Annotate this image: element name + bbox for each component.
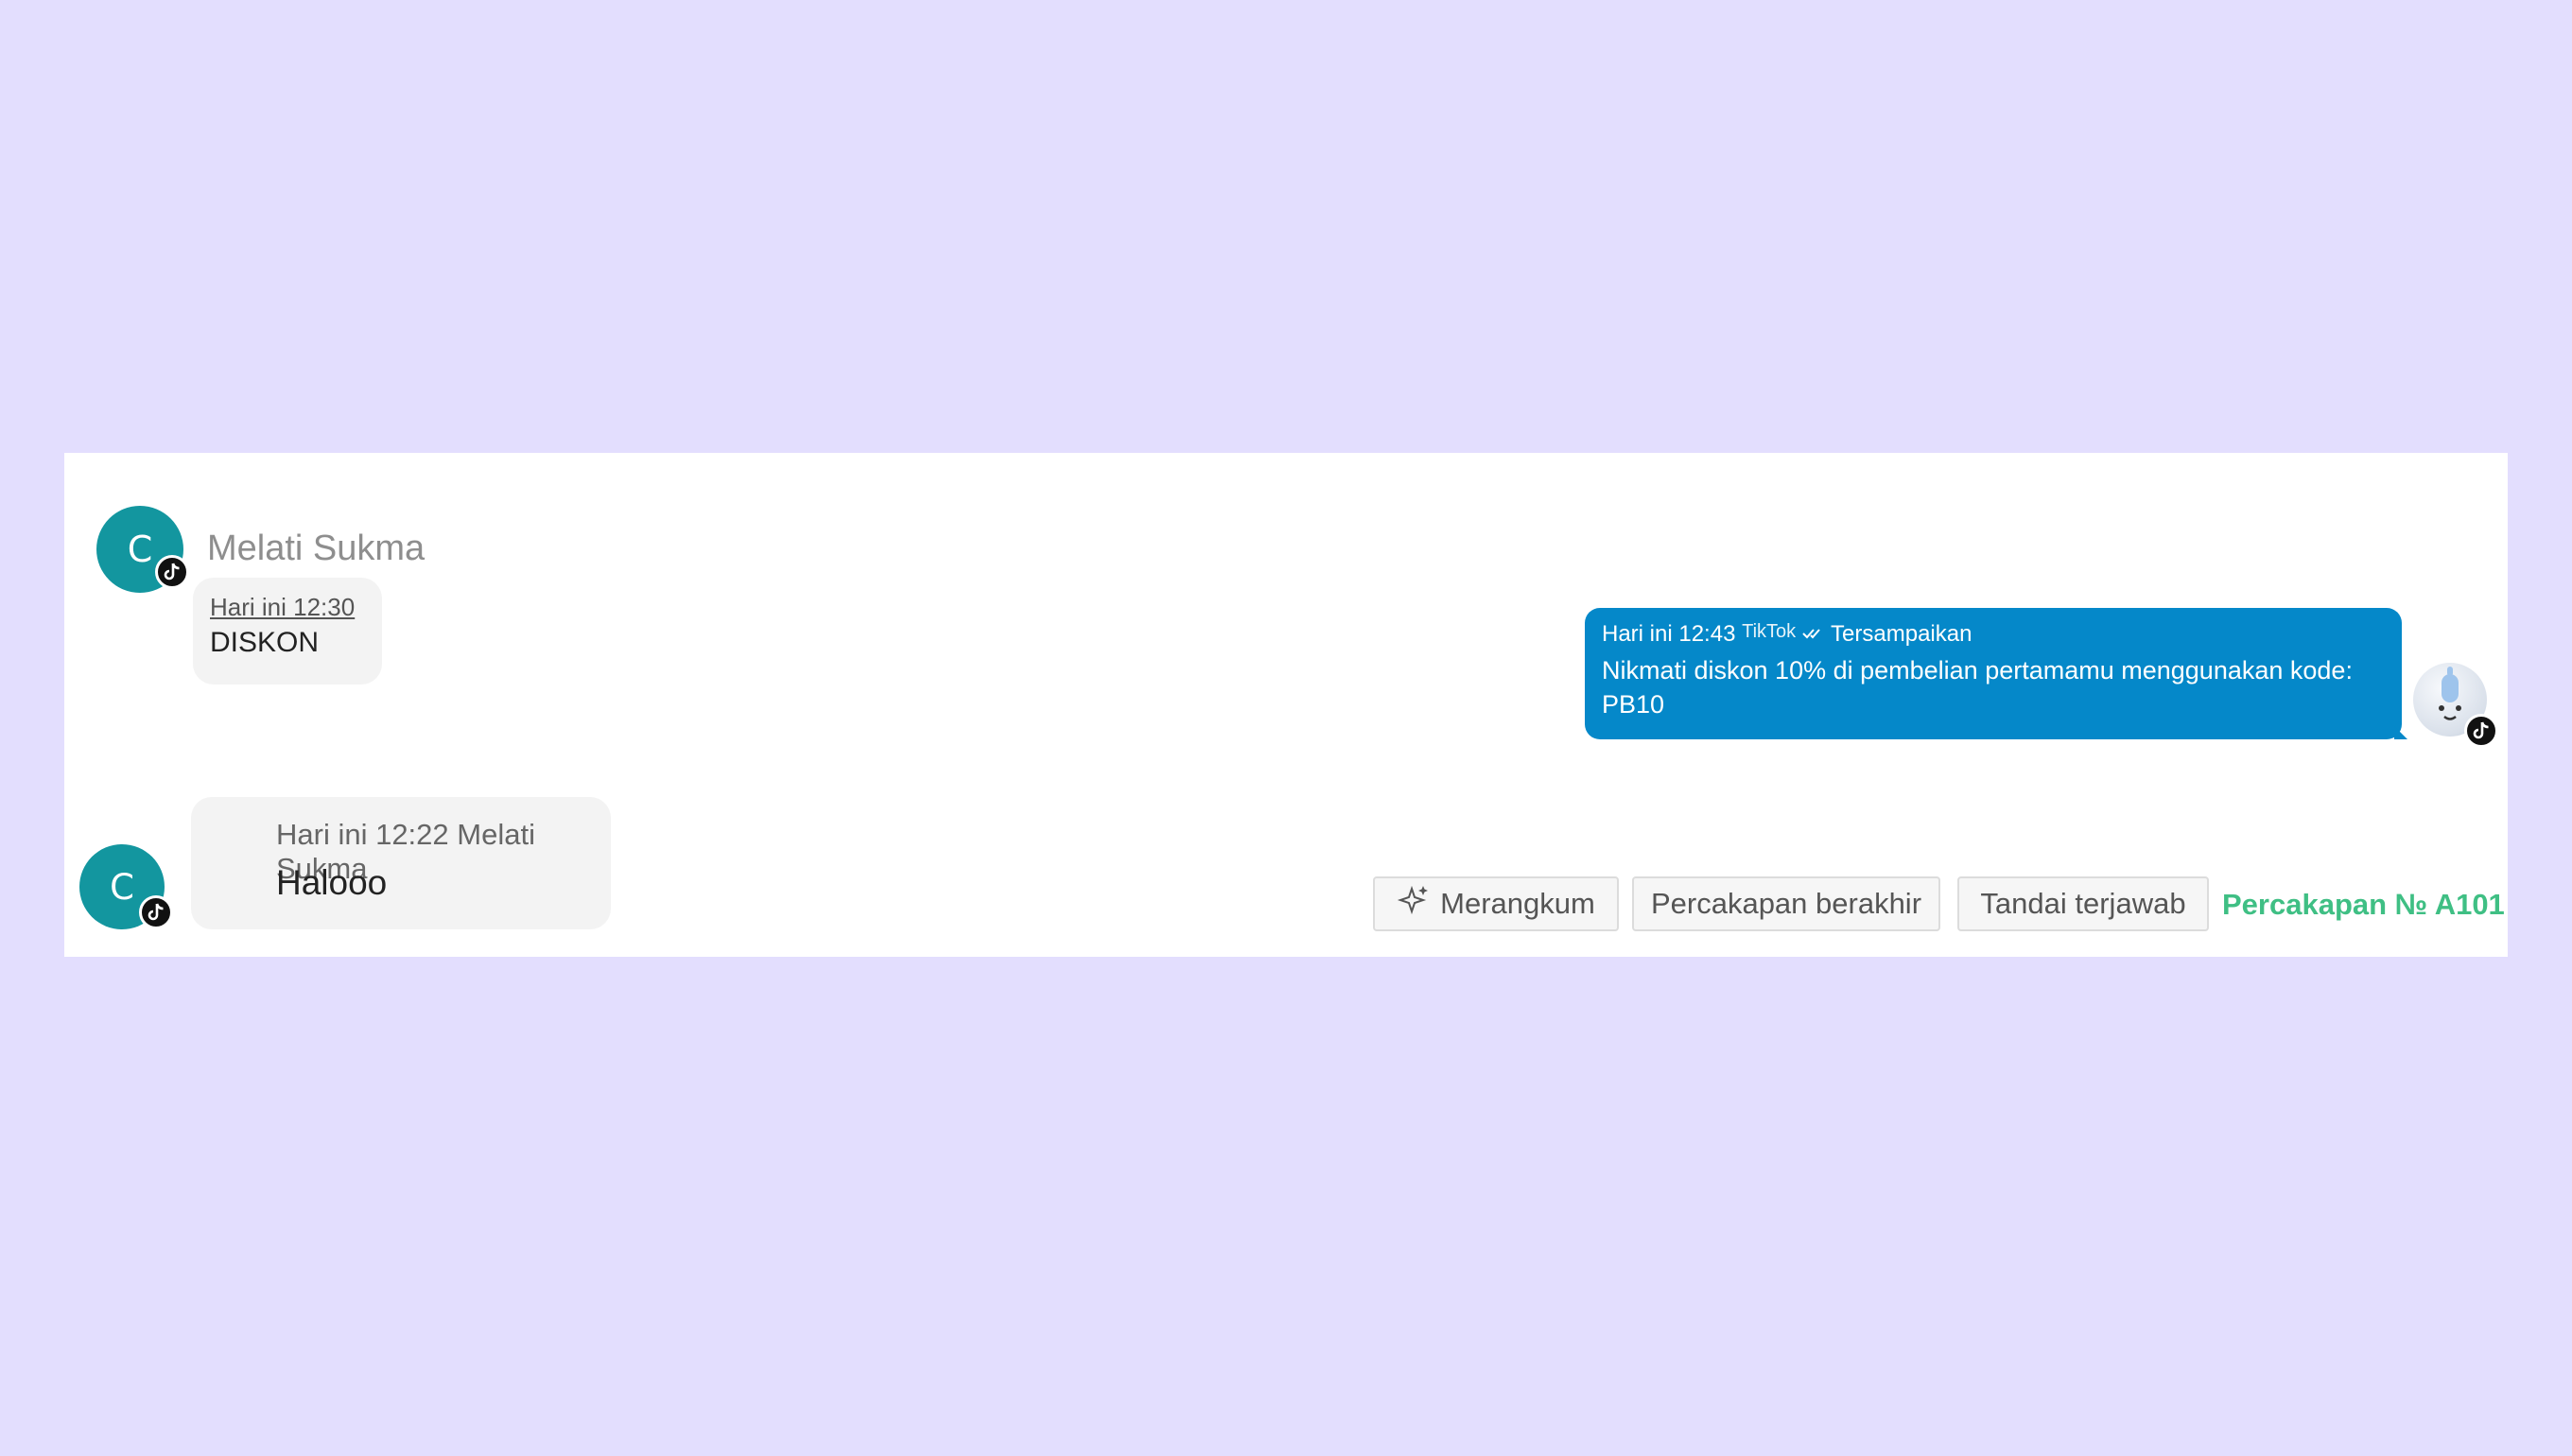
tiktok-icon <box>139 895 173 929</box>
outgoing-message-bubble: Hari ini 12:43 TikTok Tersampaikan Nikma… <box>1585 608 2402 739</box>
conversation-panel: C Melati Sukma Hari ini 12:30 DISKON Har… <box>64 453 2508 957</box>
outgoing-message-meta: Hari ini 12:43 TikTok Tersampaikan <box>1602 621 1972 648</box>
avatar-letter: C <box>127 529 153 570</box>
conversation-id-link[interactable]: Percakapan № A101 <box>2222 888 2505 922</box>
sender-name: Melati Sukma <box>207 529 426 568</box>
mark-answered-button[interactable]: Tandai terjawab <box>1957 876 2209 931</box>
summarize-label: Merangkum <box>1440 887 1595 920</box>
tiktok-icon <box>2464 714 2498 748</box>
channel-label: TikTok <box>1742 621 1797 642</box>
summarize-button[interactable]: Merangkum <box>1373 876 1619 931</box>
end-conversation-button[interactable]: Percakapan berakhir <box>1632 876 1940 931</box>
message-text: DISKON <box>210 627 320 658</box>
incoming-message-bubble: Hari ini 12:30 DISKON <box>193 578 382 685</box>
outgoing-message-text: Nikmati diskon 10% di pembelian pertamam… <box>1602 656 2353 719</box>
message-time-link[interactable]: Hari ini 12:30 <box>210 593 355 622</box>
bubble-tail <box>2394 726 2407 739</box>
tiktok-icon <box>155 555 189 589</box>
double-check-icon <box>1802 621 1831 647</box>
incoming-message-bubble: Hari ini 12:22 Melati Sukma Halooo <box>191 797 611 929</box>
mark-answered-label: Tandai terjawab <box>1980 887 2186 920</box>
avatar-letter: C <box>110 866 134 908</box>
outgoing-time: Hari ini 12:43 <box>1602 621 1736 647</box>
end-conversation-label: Percakapan berakhir <box>1650 887 1922 920</box>
message-text: Halooo <box>276 863 388 902</box>
delivery-status: Tersampaikan <box>1831 621 1972 647</box>
sparkle-icon <box>1397 883 1431 925</box>
